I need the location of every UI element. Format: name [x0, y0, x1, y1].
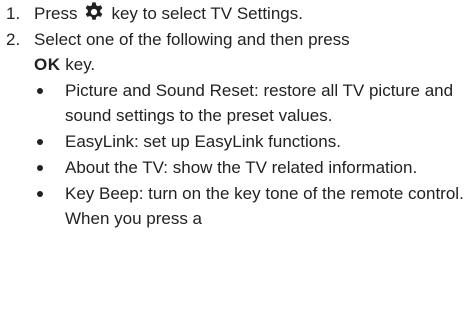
list-item-text: Key Beep: turn on the key tone of the re…: [65, 184, 464, 228]
step-text: Press: [34, 4, 78, 23]
instructions-document: 1. Press key to select TV Settings. 2. S…: [0, 0, 464, 323]
list-item-text: EasyLink: set up EasyLink functions.: [65, 132, 341, 151]
ok-key-label: OK: [34, 55, 61, 74]
options-list: Picture and Sound Reset: restore all TV …: [0, 78, 464, 231]
bullet-icon: [37, 165, 43, 171]
step-number: 1.: [6, 4, 21, 23]
bullet-icon: [37, 139, 43, 145]
list-item: About the TV: show the TV related inform…: [0, 155, 464, 180]
gear-icon: [86, 2, 103, 20]
step-2: 2. Select one of the following and then …: [0, 27, 464, 77]
list-item: Key Beep: turn on the key tone of the re…: [0, 181, 464, 231]
bullet-icon: [37, 191, 43, 197]
step-text: Select one of the following and then pre…: [34, 30, 350, 49]
list-item: EasyLink: set up EasyLink functions.: [0, 129, 464, 154]
list-item: Picture and Sound Reset: restore all TV …: [0, 78, 464, 128]
step-1: 1. Press key to select TV Settings.: [0, 1, 464, 26]
bullet-icon: [37, 88, 43, 94]
step-text-continued: key to select TV Settings.: [111, 4, 303, 23]
step-text-continued: key.: [65, 55, 96, 74]
list-item-text: About the TV: show the TV related inform…: [65, 158, 418, 177]
step-number: 2.: [6, 30, 21, 49]
list-item-text: Picture and Sound Reset: restore all TV …: [65, 81, 454, 125]
